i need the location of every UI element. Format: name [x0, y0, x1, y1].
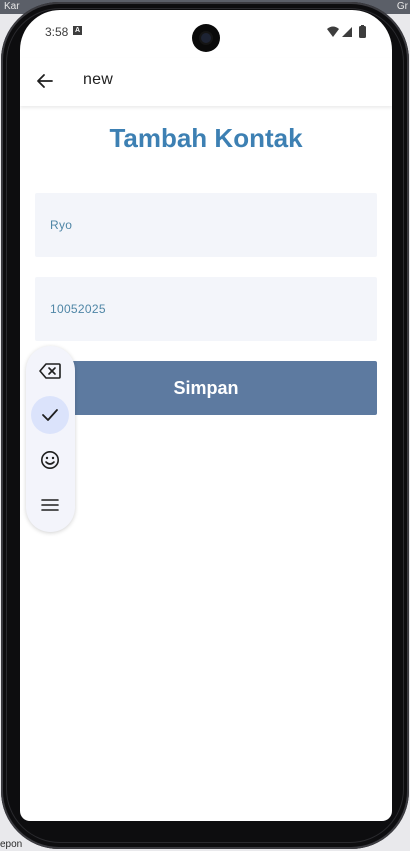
menu-button[interactable]	[31, 486, 69, 524]
notification-a-icon: A	[73, 26, 82, 35]
emoji-button[interactable]	[31, 441, 69, 479]
check-icon	[42, 409, 58, 421]
signal-icon	[342, 27, 352, 37]
battery-icon	[359, 26, 366, 38]
host-top-right-text: Gr	[396, 1, 408, 12]
name-field[interactable]	[35, 193, 377, 257]
host-bottom-left-text: epon	[0, 839, 23, 850]
backspace-button[interactable]	[31, 352, 69, 390]
host-top-left-text: Kar	[4, 1, 20, 12]
name-input[interactable]	[35, 193, 377, 257]
app-bar: new	[20, 58, 392, 106]
front-camera	[192, 24, 220, 52]
menu-icon	[41, 499, 59, 511]
wifi-icon	[327, 26, 339, 37]
arrow-left-icon	[37, 74, 53, 88]
host-background: Kar Gr epon 3:58 A new Tambah Kontak Ryo…	[0, 0, 410, 851]
back-button[interactable]	[30, 66, 60, 96]
check-button[interactable]	[31, 396, 69, 434]
camera-lens	[201, 33, 211, 43]
status-icons	[327, 25, 366, 38]
save-button[interactable]: Simpan	[35, 361, 377, 415]
page-title: Tambah Kontak	[109, 123, 303, 153]
backspace-icon	[39, 363, 61, 379]
phone-input[interactable]	[35, 277, 377, 341]
phone-screen: 3:58 A new Tambah Kontak Ryo 10052025 Si…	[20, 10, 392, 821]
phone-field[interactable]	[35, 277, 377, 341]
emoji-icon	[41, 451, 59, 469]
status-time: 3:58	[45, 25, 69, 39]
status-bar: 3:58 A	[20, 10, 392, 54]
keyboard-floating-toolbar	[26, 346, 75, 532]
app-bar-title: new	[83, 71, 113, 88]
